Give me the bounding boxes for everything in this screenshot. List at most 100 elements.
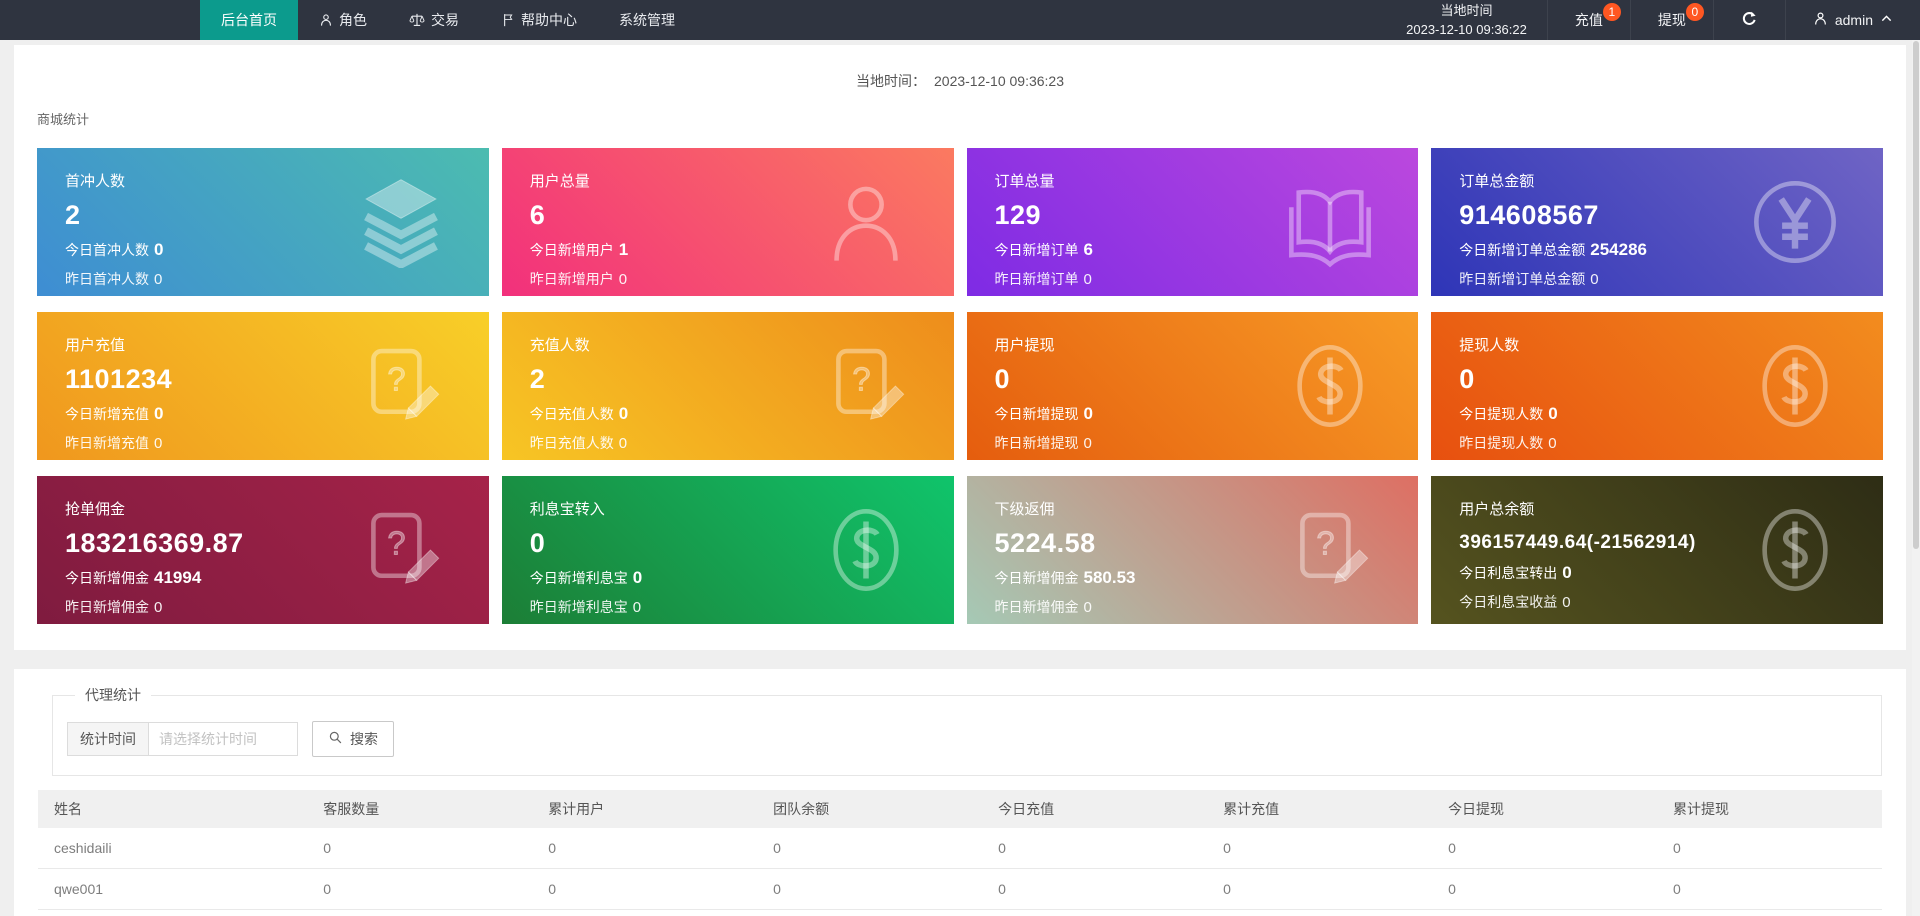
table-cell: 0	[307, 828, 533, 869]
nav-item-4[interactable]: 系统管理	[598, 0, 696, 40]
card-yesterday-line: 昨日首冲人数 0	[65, 269, 461, 289]
navbar-right: 当地时间 2023-12-10 09:36:22 充值 1 提现 0 admin	[1386, 0, 1920, 40]
card-today-value: 0	[154, 240, 164, 259]
table-cell: 0	[1657, 909, 1882, 916]
card-today-value: 6	[1083, 240, 1093, 259]
card-yesterday-value: 0	[1083, 271, 1092, 288]
scales-icon	[409, 12, 425, 28]
dollar-coin-icon	[1749, 504, 1841, 596]
card-yesterday-label: 昨日新增订单	[994, 271, 1079, 287]
card-today-value: 0	[154, 404, 164, 423]
svg-text:?: ?	[387, 526, 405, 563]
section-title: 商城统计	[37, 112, 90, 127]
stat-card: 用户提现 0 今日新增提现 0 昨日新增提现 0	[966, 312, 1419, 460]
table-cell: 0	[757, 909, 983, 916]
card-yesterday-line: 昨日充值人数 0	[530, 433, 926, 453]
table-cell: 0	[532, 909, 758, 916]
refresh-button[interactable]	[1712, 0, 1785, 40]
nav-item-label: 后台首页	[221, 12, 277, 28]
recharge-badge: 1	[1602, 3, 1621, 21]
nav-item-1[interactable]: 角色	[298, 0, 388, 40]
search-button[interactable]: 搜索	[312, 721, 394, 757]
page-scrollbar[interactable]	[1912, 40, 1920, 916]
withdraw-badge: 0	[1685, 3, 1704, 21]
chevron-up-icon	[1880, 12, 1893, 28]
scrollbar-thumb[interactable]	[1913, 41, 1919, 550]
agent-table-head: 姓名 客服数量 累计用户 团队余额 今日充值 累计充值 今日提现 累计提现	[38, 790, 1882, 828]
local-time-value: 2023-12-10 09:36:22	[1406, 22, 1527, 37]
table-row: qwe001 0 0 0 0 0 0 0	[38, 868, 1882, 910]
page-time-value: 2023-12-10 09:36:23	[934, 73, 1064, 89]
card-yesterday-label: 昨日新增利息宝	[529, 599, 628, 615]
stat-card: 订单总量 129 今日新增订单 6 昨日新增订单 0	[966, 148, 1419, 296]
card-yesterday-label: 昨日新增订单总金额	[1459, 271, 1586, 287]
card-today-label: 今日利息宝转出	[1459, 565, 1558, 581]
agent-filter-row: 统计时间 搜索	[67, 721, 1867, 757]
card-yesterday-value: 0	[1562, 594, 1571, 611]
nav-item-label: 角色	[339, 12, 367, 28]
overview-panel: 当地时间： 2023-12-10 09:36:23 商城统计 首冲人数 2 今日首冲人…	[14, 45, 1906, 650]
table-cell: 0	[1657, 868, 1882, 910]
stat-card: 用户总余额 396157449.64(-21562914) 今日利息宝转出 0 今日利息…	[1431, 476, 1883, 624]
search-icon	[328, 730, 343, 748]
admin-menu[interactable]: admin	[1784, 0, 1920, 40]
card-today-label: 今日新增提现	[994, 406, 1079, 422]
card-yesterday-value: 0	[154, 599, 163, 616]
card-today-label: 今日新增用户	[529, 242, 614, 258]
flag-icon	[501, 13, 515, 27]
stat-card: 抢单佣金 183216369.87 今日新增佣金 41994 昨日新增佣金 0?	[37, 476, 489, 624]
agent-table: 姓名 客服数量 累计用户 团队余额 今日充值 累计充值 今日提现 累计提现 ceshidail…	[38, 790, 1882, 916]
card-yesterday-label: 今日利息宝收益	[1459, 594, 1558, 610]
withdraw-button[interactable]: 提现 0	[1629, 0, 1713, 40]
nav-item-2[interactable]: 交易	[388, 0, 480, 40]
card-yesterday-label: 昨日新增佣金	[994, 599, 1079, 615]
card-yesterday-label: 昨日新增佣金	[65, 599, 149, 615]
card-today-label: 今日新增订单	[994, 242, 1079, 258]
table-header-cell: 今日提现	[1432, 790, 1658, 828]
stat-card: 利息宝转入 0 今日新增利息宝 0 昨日新增利息宝 0	[501, 476, 954, 624]
table-cell: 0	[982, 909, 1208, 916]
stat-card: 提现人数 0 今日提现人数 0 昨日提现人数 0	[1431, 312, 1883, 460]
table-header-cell: 姓名	[38, 790, 308, 828]
table-cell: 123777	[38, 909, 308, 916]
table-row: ceshidaili 0 0 0 0 0 0 0	[38, 828, 1882, 869]
card-yesterday-line: 昨日新增佣金 0	[65, 597, 461, 617]
stat-card: 首冲人数 2 今日首冲人数 0 昨日首冲人数 0	[37, 148, 489, 296]
table-cell: 0	[1657, 828, 1882, 869]
card-today-label: 今日提现人数	[1459, 406, 1544, 422]
card-yesterday-value: 0	[1083, 435, 1092, 452]
recharge-button[interactable]: 充值 1	[1546, 0, 1630, 40]
card-today-value: 41994	[154, 568, 202, 587]
card-yesterday-line: 昨日新增充值 0	[65, 433, 461, 453]
card-yesterday-value: 0	[1548, 435, 1557, 452]
navbar-logo-area	[0, 0, 200, 40]
table-cell: 0	[532, 868, 758, 910]
table-header-cell: 累计提现	[1657, 790, 1882, 828]
nav-item-3[interactable]: 帮助中心	[480, 0, 598, 40]
nav-menu: 后台首页 角色 交易 帮助中心 系统管理	[200, 0, 696, 40]
dollar-coin-icon	[820, 504, 912, 596]
user-icon	[820, 176, 912, 268]
table-cell: 0	[982, 828, 1208, 869]
table-cell: 0	[532, 828, 758, 869]
card-today-value: 580.53	[1083, 568, 1136, 587]
nav-item-label: 交易	[431, 12, 459, 28]
table-cell: 0	[1207, 828, 1433, 869]
card-yesterday-value: 0	[632, 599, 642, 616]
card-yesterday-label: 昨日新增用户	[529, 271, 614, 287]
card-yesterday-label: 昨日新增提现	[994, 435, 1079, 451]
local-time-block: 当地时间 2023-12-10 09:36:22	[1386, 0, 1547, 40]
stat-time-input[interactable]	[148, 722, 298, 756]
card-today-value: 0	[1548, 404, 1558, 423]
stat-time-label: 统计时间	[67, 722, 148, 756]
svg-text:?: ?	[387, 362, 405, 399]
card-today-label: 今日首冲人数	[65, 242, 149, 258]
table-header-cell: 团队余额	[757, 790, 983, 828]
svg-text:?: ?	[1316, 526, 1334, 563]
stat-card: 用户充值 1101234 今日新增充值 0 昨日新增充值 0?	[37, 312, 489, 460]
card-today-value: 0	[1562, 563, 1572, 582]
doc-edit-icon: ?	[355, 504, 447, 596]
nav-item-0[interactable]: 后台首页	[200, 0, 298, 40]
table-cell: 0	[307, 868, 533, 910]
card-today-label: 今日新增订单总金额	[1459, 242, 1586, 258]
